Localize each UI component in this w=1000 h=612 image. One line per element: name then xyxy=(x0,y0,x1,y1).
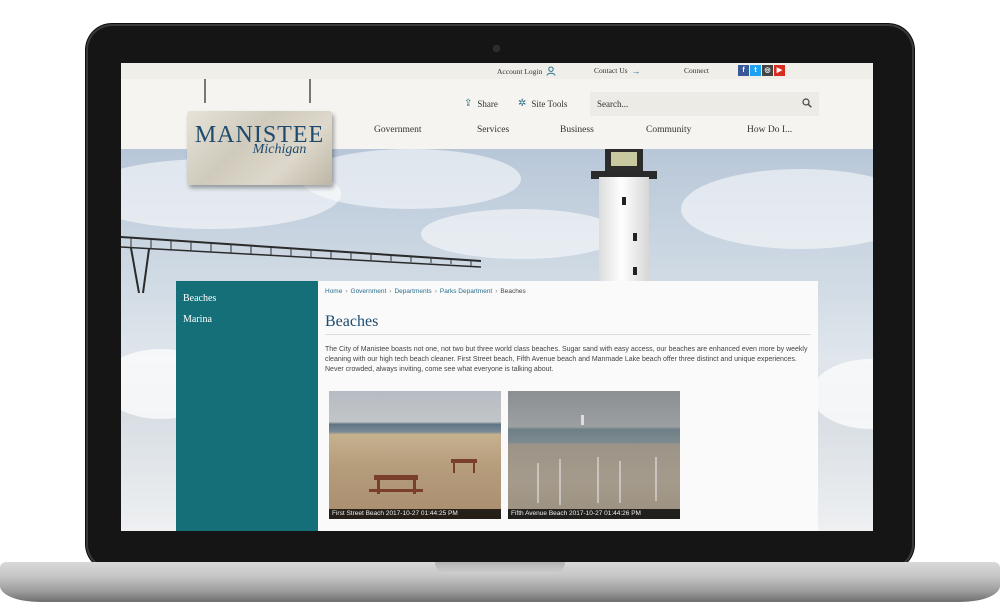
connect-text: Connect xyxy=(684,66,709,75)
webcam-fifth-avenue[interactable]: Fifth Avenue Beach 2017-10-27 01:44:26 P… xyxy=(508,391,680,519)
facebook-icon[interactable]: f xyxy=(738,65,749,76)
nav-community[interactable]: Community xyxy=(646,125,691,135)
breadcrumb-parks-department[interactable]: Parks Department xyxy=(440,288,492,295)
site-tools-button[interactable]: ✲ Site Tools xyxy=(518,98,567,109)
gear-icon: ✲ xyxy=(518,98,527,109)
nav-how-do-i[interactable]: How Do I... xyxy=(747,125,792,135)
share-button[interactable]: ⇪ Share xyxy=(464,98,498,109)
page-title: Beaches xyxy=(325,313,379,330)
lighthouse xyxy=(599,177,649,289)
search-box xyxy=(590,92,819,116)
social-links: f t ◎ ▶ xyxy=(738,65,785,76)
browser-screen: Account Login Contact Us → Connect f t ◎… xyxy=(121,63,873,531)
webcam-first-street[interactable]: First Street Beach 2017-10-27 01:44:25 P… xyxy=(329,391,501,519)
breadcrumb-departments[interactable]: Departments xyxy=(394,288,431,295)
nav-business[interactable]: Business xyxy=(560,125,594,135)
laptop-base-notch xyxy=(435,562,565,574)
contact-us-link[interactable]: Contact Us → xyxy=(594,66,641,75)
share-label: Share xyxy=(477,98,498,109)
manistee-logo[interactable]: MANISTEE Michigan xyxy=(187,111,332,185)
main-nav: Government Services Business Community H… xyxy=(341,125,841,141)
content-panel: Home › Government › Departments › Parks Dep… xyxy=(318,281,818,531)
breadcrumb-current: Beaches xyxy=(500,288,526,295)
search-input[interactable] xyxy=(590,92,790,116)
twitter-icon[interactable]: t xyxy=(750,65,761,76)
contact-us-label: Contact Us xyxy=(594,66,628,75)
section-sidebar: Beaches Marina xyxy=(176,281,318,531)
breadcrumb-home[interactable]: Home xyxy=(325,288,342,295)
webcam-dot xyxy=(493,45,500,52)
sidebar-item-beaches[interactable]: Beaches xyxy=(176,281,318,304)
sidebar-item-marina[interactable]: Marina xyxy=(176,304,318,327)
nav-services[interactable]: Services xyxy=(477,125,509,135)
account-login-label: Account Login xyxy=(497,67,543,76)
youtube-icon[interactable]: ▶ xyxy=(774,65,785,76)
instagram-icon[interactable]: ◎ xyxy=(762,65,773,76)
nav-government[interactable]: Government xyxy=(374,125,422,135)
utility-bar: Account Login Contact Us → Connect f t ◎… xyxy=(121,63,873,79)
webcam-caption: First Street Beach 2017-10-27 01:44:25 P… xyxy=(329,509,501,519)
account-login-link[interactable]: Account Login xyxy=(497,66,556,77)
intro-paragraph: The City of Manistee boasts not one, not… xyxy=(325,346,808,373)
title-divider xyxy=(325,334,811,335)
webcam-caption: Fifth Avenue Beach 2017-10-27 01:44:26 P… xyxy=(508,509,680,519)
breadcrumb: Home › Government › Departments › Parks Dep… xyxy=(325,288,526,295)
breadcrumb-government[interactable]: Government xyxy=(351,288,387,295)
site-tools-label: Site Tools xyxy=(531,98,568,109)
share-icon: ⇪ xyxy=(464,98,473,109)
arrow-right-icon: → xyxy=(631,65,641,76)
connect-label: Connect xyxy=(684,66,709,75)
search-icon[interactable] xyxy=(802,98,812,111)
user-icon xyxy=(546,66,556,77)
